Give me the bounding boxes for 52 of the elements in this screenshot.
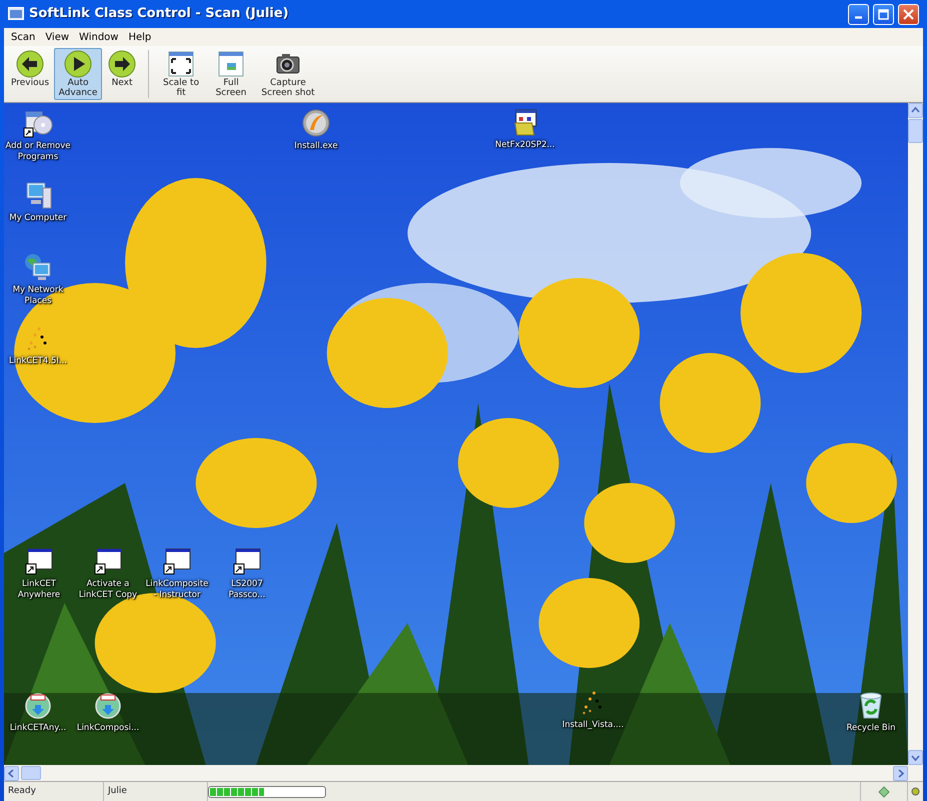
shortcut-icon[interactable]: [24, 546, 54, 576]
status-text: Ready: [8, 784, 36, 798]
scale-to-fit-icon: [167, 50, 196, 78]
icon-label[interactable]: NetFx20SP2...: [495, 140, 555, 151]
vertical-scrollbar[interactable]: [908, 103, 923, 765]
installer-icon[interactable]: [301, 108, 331, 138]
maximize-button[interactable]: [873, 4, 894, 24]
scroll-up-button[interactable]: [908, 103, 923, 118]
close-icon: [903, 8, 914, 20]
network-icon[interactable]: [23, 252, 53, 282]
menu-item[interactable]: Window: [74, 30, 124, 44]
diamond-icon: [878, 786, 890, 798]
scroll-thumb[interactable]: [21, 766, 41, 780]
menu-item[interactable]: Help: [123, 30, 156, 44]
toolbar-button[interactable]: Previous: [8, 48, 52, 90]
icon-label[interactable]: LinkComposi...: [76, 723, 140, 734]
icon-label[interactable]: My Computer: [9, 213, 67, 224]
toolbar-button[interactable]: Auto Advance: [54, 48, 102, 100]
icon-label[interactable]: Add or Remove Programs: [5, 141, 71, 163]
horizontal-scrollbar[interactable]: [4, 765, 923, 781]
maximize-icon: [878, 8, 889, 20]
scroll-left-button[interactable]: [4, 766, 19, 780]
scroll-right-button[interactable]: [893, 766, 908, 780]
full-screen-icon: [217, 50, 246, 78]
icon-label[interactable]: LinkCETAny...: [10, 723, 66, 734]
close-button[interactable]: [898, 4, 919, 24]
user-name: Julie: [108, 784, 127, 798]
toolbar-button[interactable]: Full Screen: [207, 48, 256, 100]
icon-label[interactable]: LinkCET Anywhere: [6, 579, 72, 601]
minimize-button[interactable]: [848, 4, 869, 24]
toolbar-button[interactable]: Capture Screen shot: [257, 48, 320, 100]
toolbar-button[interactable]: Scale to fit: [157, 48, 206, 100]
icon-label[interactable]: Activate a LinkCET Copy: [75, 579, 141, 601]
shortcut-icon[interactable]: [162, 546, 192, 576]
icon-label[interactable]: Recycle Bin: [846, 723, 896, 734]
toolbar-button[interactable]: Next: [104, 48, 140, 90]
previous-icon: [16, 50, 44, 78]
scroll-thumb[interactable]: [908, 119, 923, 143]
menu-item[interactable]: View: [40, 30, 74, 44]
play-icon: [64, 50, 92, 78]
icon-label[interactable]: Install_Vista....: [560, 720, 626, 731]
status-light-icon: [911, 786, 920, 796]
window-title: SoftLink Class Control - Scan (Julie): [29, 5, 290, 24]
scroll-down-button[interactable]: [908, 750, 923, 765]
menu-item[interactable]: Scan: [6, 30, 40, 44]
icon-label[interactable]: Install.exe: [294, 141, 338, 152]
shortcut-icon[interactable]: [93, 546, 123, 576]
shortcut-icon[interactable]: [232, 546, 262, 576]
app-icon: [8, 6, 24, 21]
minimize-icon: [855, 16, 862, 18]
next-icon: [108, 50, 136, 78]
icon-label[interactable]: LS2007 Passco...: [214, 579, 280, 601]
